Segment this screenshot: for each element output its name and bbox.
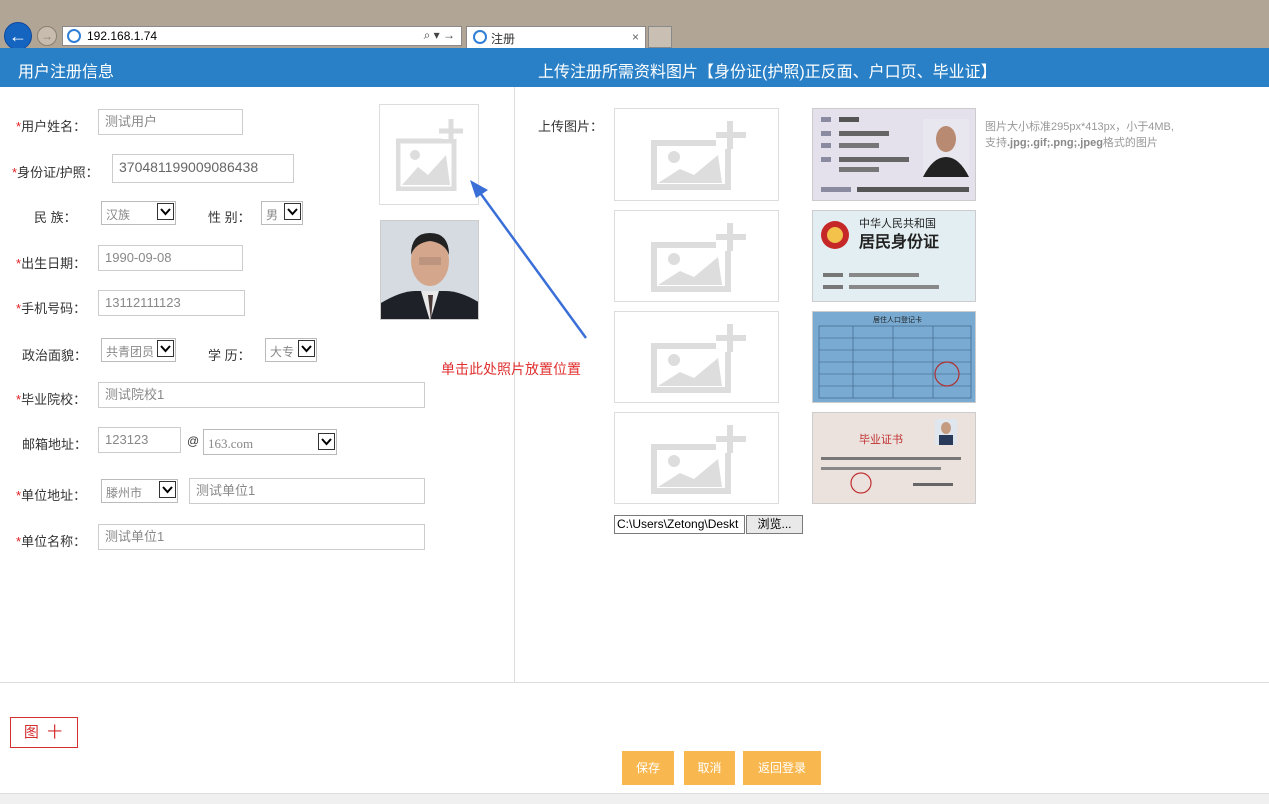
cancel-button[interactable]: 取消	[684, 751, 735, 785]
chevron-down-icon	[318, 433, 335, 450]
browser-tab[interactable]: 注册 ×	[466, 26, 646, 48]
id-input[interactable]: 370481199009086438	[112, 154, 294, 183]
chevron-down-icon	[157, 340, 174, 357]
work-city-value: 滕州市	[106, 486, 143, 500]
id-card-back-thumbnail: 中华人民共和国 居民身份证	[812, 210, 976, 302]
ethnic-value: 汉族	[106, 208, 131, 222]
political-label: 政治面貌：	[22, 348, 88, 363]
upload-hint-formats: 支持.jpg;.gif;.png;.jpeg格式的图片	[985, 137, 1158, 149]
id-card-front-thumbnail	[812, 108, 976, 201]
horizontal-divider	[0, 682, 1269, 683]
phone-label: *手机号码：	[16, 301, 87, 316]
ie-logo-icon	[67, 29, 81, 43]
school-label: *毕业院校：	[16, 392, 87, 407]
political-value: 共青团员	[106, 345, 155, 359]
upload-section-title: 上传注册所需资料图片【身份证(护照)正反面、户口页、毕业证】	[538, 64, 997, 81]
hukou-page-thumbnail: 居住人口登记卡	[812, 311, 976, 403]
work-addr-label: *单位地址：	[16, 488, 87, 503]
diploma-thumbnail: 毕业证书	[812, 412, 976, 504]
add-image-icon	[651, 121, 746, 190]
tab-title: 注册	[491, 32, 516, 46]
address-bar[interactable]: 192.168.1.74 ⌕ ▾ →	[62, 26, 462, 46]
emblem-subtitle: 居民身份证	[859, 232, 939, 251]
file-path-input[interactable]: C:\Users\Zetong\Deskt	[614, 515, 745, 534]
chevron-down-icon	[284, 203, 301, 220]
upload-label: 上传图片：	[538, 119, 604, 134]
email-at-sign: @	[187, 434, 200, 448]
school-input[interactable]: 测试院校1	[98, 382, 425, 408]
gender-value: 男	[266, 208, 279, 222]
ie-logo-icon	[473, 30, 487, 44]
photo-position-annotation: 单击此处照片放置位置	[441, 361, 581, 377]
emblem-title: 中华人民共和国	[859, 216, 936, 230]
forward-arrow-icon[interactable]: →	[37, 26, 57, 46]
upload-slot-1[interactable]	[614, 108, 779, 201]
name-input[interactable]: 测试用户	[98, 109, 243, 135]
ethnic-label: 民 族：	[34, 210, 77, 225]
political-select[interactable]: 共青团员	[101, 338, 176, 362]
chevron-down-icon	[159, 481, 176, 498]
upload-hint: 图片大小标准295px*413px，小于4MB, 支持.jpg;.gif;.pn…	[985, 119, 1225, 151]
work-city-select[interactable]: 滕州市	[101, 479, 178, 503]
upload-slot-2[interactable]	[614, 210, 779, 302]
annotation-arrow-icon	[470, 180, 588, 339]
add-image-icon	[651, 324, 746, 393]
address-url: 192.168.1.74	[87, 29, 158, 43]
back-to-login-button[interactable]: 返回登录	[743, 751, 821, 785]
upload-slot-4[interactable]	[614, 412, 779, 504]
upload-slot-3[interactable]	[614, 311, 779, 403]
upload-hint-size: 图片大小标准295px*413px，小于4MB,	[985, 121, 1174, 133]
figure-label: 图 十	[10, 717, 78, 748]
add-image-icon	[396, 119, 463, 191]
ethnic-select[interactable]: 汉族	[101, 201, 176, 225]
id-label: *身份证/护照：	[12, 165, 99, 180]
add-image-icon	[651, 425, 746, 494]
email-domain-value: 163.com	[208, 436, 254, 451]
email-domain-select[interactable]: 163.com	[203, 429, 337, 455]
add-image-icon	[651, 223, 746, 292]
edu-value: 大专	[270, 345, 295, 359]
birth-input[interactable]: 1990-09-08	[98, 245, 243, 271]
user-info-title: 用户注册信息	[18, 64, 115, 81]
phone-input[interactable]: 13112111123	[98, 290, 245, 316]
browse-button[interactable]: 浏览...	[746, 515, 803, 534]
work-addr-input[interactable]: 测试单位1	[189, 478, 425, 504]
hukou-title: 居住人口登记卡	[873, 315, 922, 324]
email-label: 邮箱地址：	[22, 437, 88, 452]
diploma-title: 毕业证书	[859, 433, 903, 446]
work-name-input[interactable]: 测试单位1	[98, 524, 425, 550]
edu-label: 学 历：	[208, 348, 251, 363]
new-tab-button[interactable]	[648, 26, 672, 48]
gender-select[interactable]: 男	[261, 201, 303, 225]
bottom-status-bar	[0, 793, 1269, 804]
close-tab-icon[interactable]: ×	[632, 30, 639, 44]
edu-select[interactable]: 大专	[265, 338, 317, 362]
section-header: 用户注册信息 上传注册所需资料图片【身份证(护照)正反面、户口页、毕业证】	[0, 48, 1269, 87]
gender-label: 性 别：	[208, 210, 251, 225]
chevron-down-icon	[157, 203, 174, 220]
save-button[interactable]: 保存	[622, 751, 674, 785]
birth-label: *出生日期：	[16, 256, 87, 271]
back-arrow-icon[interactable]: ←	[4, 22, 32, 50]
chevron-down-icon	[298, 340, 315, 357]
search-icon[interactable]: ⌕ ▾ →	[424, 28, 455, 43]
email-user-input[interactable]: 123123	[98, 427, 181, 453]
work-name-label: *单位名称：	[16, 534, 87, 549]
name-label: *用户姓名：	[16, 119, 87, 134]
